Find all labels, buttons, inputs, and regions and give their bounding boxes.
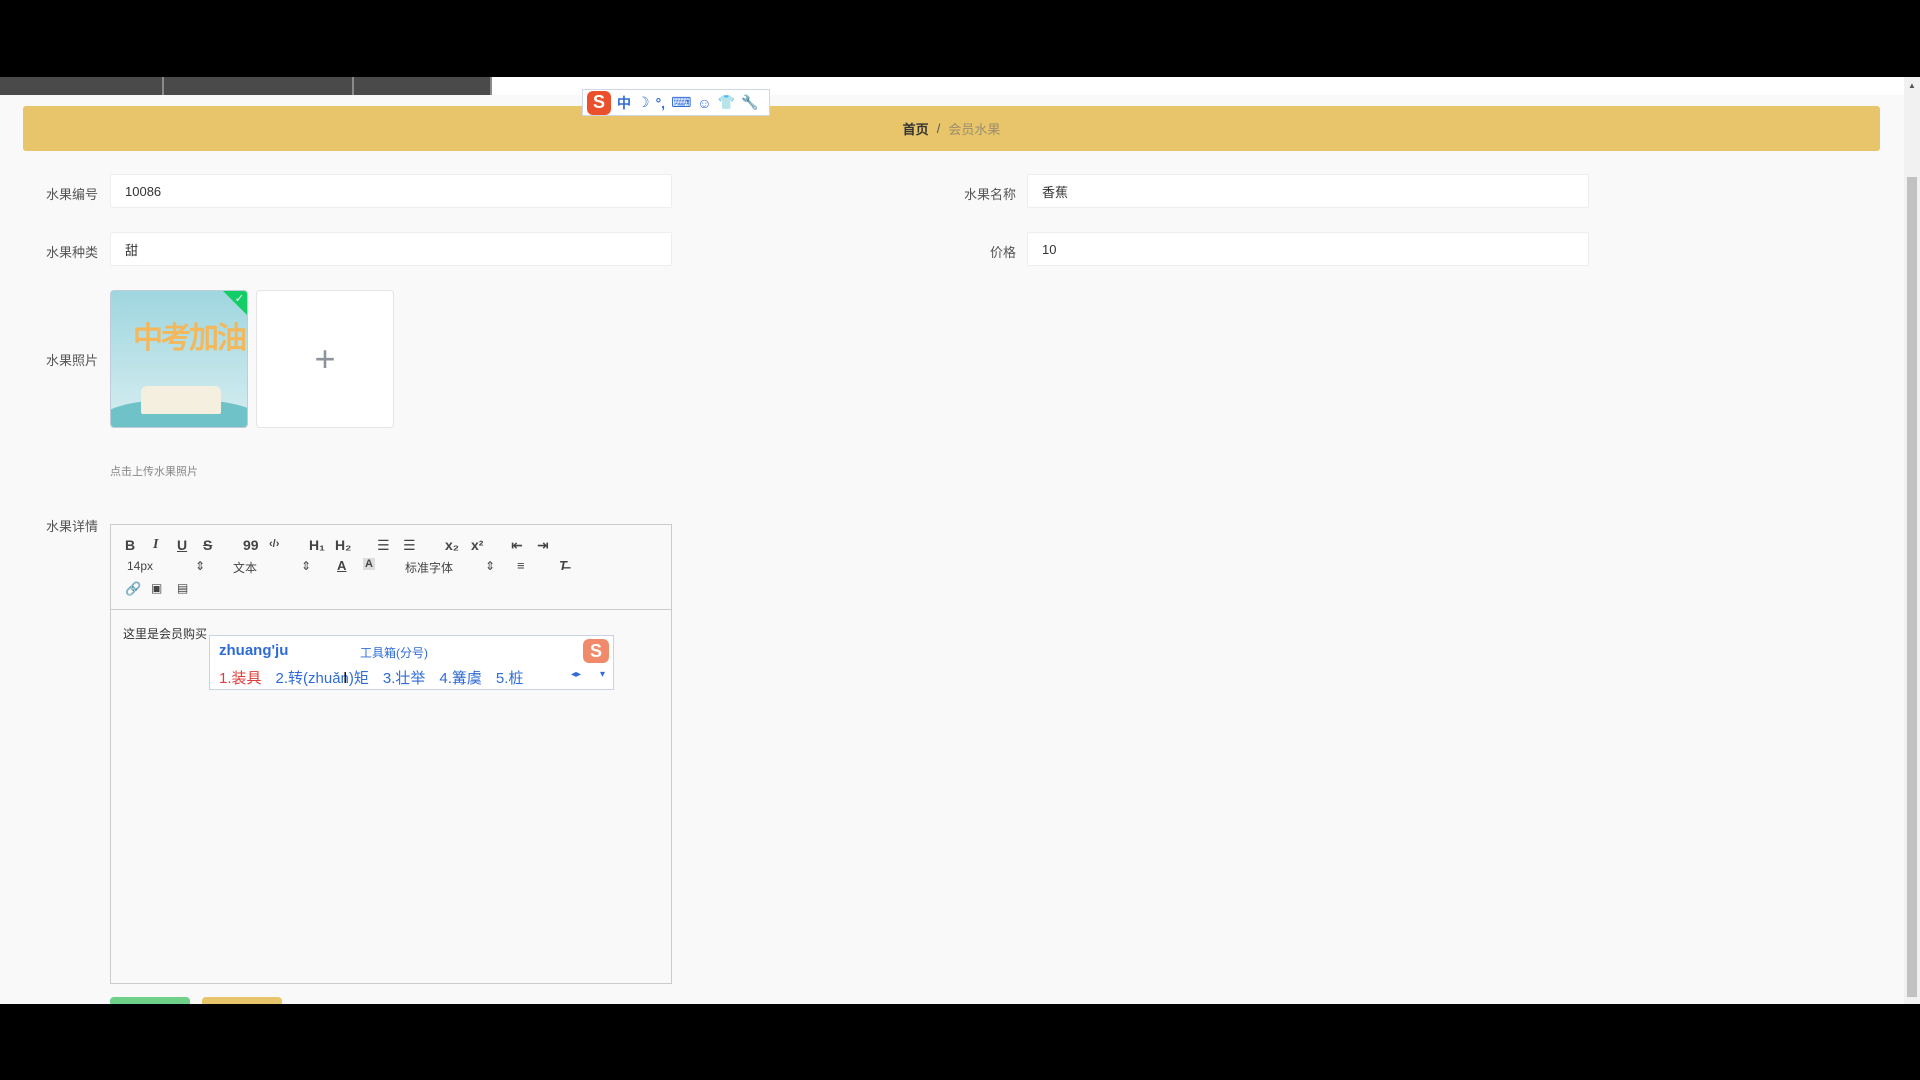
fruit-detail-label: 水果详情 (45, 519, 98, 534)
ime-candidate-2[interactable]: 2.转(zhuǎn)矩 (276, 667, 369, 688)
fruit-name-label: 水果名称 (963, 187, 1016, 202)
indent-button[interactable]: ⇥ (537, 537, 549, 554)
bold-button[interactable]: B (125, 537, 135, 553)
fruit-type-input[interactable]: 甜 (110, 232, 672, 266)
code-block-button[interactable]: ‹/› (269, 538, 279, 550)
tab-1[interactable] (0, 77, 164, 95)
underline-button[interactable]: U (177, 537, 187, 553)
image-icon[interactable]: ▣ (151, 581, 162, 595)
ime-expand-icon[interactable]: ▾ (600, 669, 605, 680)
fruit-name-input[interactable]: 香蕉 (1027, 174, 1589, 208)
ime-toolbar[interactable]: S 中 ☽ °, ⌨ ☺ 👕 🔧 (582, 89, 770, 116)
superscript-button[interactable]: x² (471, 537, 483, 553)
header-select[interactable]: 文本 (233, 559, 257, 576)
outdent-button[interactable]: ⇤ (511, 537, 523, 554)
rich-text-editor[interactable]: B I U S 99 ‹/› H₁ H₂ ☰ ☰ x₂ x² ⇤ ⇥ 14px … (110, 524, 672, 984)
video-icon[interactable]: ▤ (177, 581, 188, 595)
scrollbar-thumb[interactable] (1907, 177, 1917, 997)
book-illustration (141, 386, 221, 414)
ime-candidate-popup[interactable]: zhuang'ju 工具箱(分号) S 1.装具 2.转(zhuǎn)矩 3.壮… (209, 635, 614, 690)
tab-strip (0, 77, 1920, 95)
ime-punctuation-icon[interactable]: °, (656, 95, 666, 111)
strike-button[interactable]: S (203, 537, 212, 553)
fruit-photo-label: 水果照片 (45, 353, 98, 368)
link-icon[interactable]: 🔗 (125, 581, 141, 597)
check-icon: ✓ (234, 293, 244, 305)
ime-candidate-1[interactable]: 1.装具 (219, 667, 262, 688)
size-select-arrow-icon: ⇕ (195, 559, 206, 573)
upload-tip: 点击上传水果照片 (110, 466, 198, 478)
font-family-select[interactable]: 标准字体 (405, 559, 453, 576)
blockquote-button[interactable]: 99 (243, 537, 259, 553)
ime-keyboard-icon[interactable]: ⌨ (671, 94, 691, 111)
align-icon[interactable]: ≡ (517, 558, 525, 573)
editor-content[interactable]: 这里是会员购买 (123, 625, 207, 642)
italic-button[interactable]: I (153, 537, 158, 553)
ime-page-arrows-icon[interactable]: ◂▸ (571, 669, 581, 680)
fruit-type-label: 水果种类 (45, 245, 98, 260)
ime-candidate-4[interactable]: 4.篝虞 (439, 667, 482, 688)
editor-toolbar: B I U S 99 ‹/› H₁ H₂ ☰ ☰ x₂ x² ⇤ ⇥ 14px … (111, 525, 671, 610)
photo-title-art: 中考加油 (133, 322, 247, 355)
h2-button[interactable]: H₂ (335, 537, 351, 553)
fruit-id-label: 水果编号 (45, 187, 98, 202)
text-cursor-icon: I (343, 670, 348, 687)
breadcrumb-separator: / (936, 121, 941, 136)
uploaded-photo-thumbnail[interactable]: 中考加油 ✓ (110, 290, 248, 428)
h1-button[interactable]: H₁ (309, 537, 325, 553)
ime-chinese-mode-icon[interactable]: 中 (617, 93, 631, 113)
bullet-list-button[interactable]: ☰ (403, 537, 416, 554)
clear-format-icon[interactable]: T̶ (559, 558, 567, 573)
upload-photo-button[interactable]: + (256, 290, 394, 428)
ime-candidate-list: 1.装具 2.转(zhuǎn)矩 3.壮举 4.篝虞 5.桩 (219, 667, 523, 688)
font-size-select[interactable]: 14px (127, 559, 153, 573)
tab-3[interactable] (354, 77, 492, 95)
scroll-up-icon[interactable]: ▲ (1908, 81, 1916, 90)
ime-tool-icon[interactable]: 🔧 (741, 94, 758, 111)
ime-user-icon[interactable]: ☺ (697, 95, 711, 111)
fruit-id-input[interactable]: 10086 (110, 174, 672, 208)
ime-toolbox-hint[interactable]: 工具箱(分号) (360, 644, 428, 661)
background-color-icon[interactable]: A (363, 558, 375, 570)
sogou-logo-small-icon: S (583, 639, 609, 663)
tab-2[interactable] (164, 77, 354, 95)
breadcrumb-current: 会员水果 (948, 122, 1001, 137)
ime-moon-icon[interactable]: ☽ (637, 94, 650, 111)
subscript-button[interactable]: x₂ (445, 537, 459, 553)
header-select-arrow-icon: ⇕ (301, 559, 312, 573)
breadcrumb: 首页 / 会员水果 (23, 106, 1880, 151)
page-scrollbar[interactable]: ▲ (1904, 77, 1920, 1004)
ime-pinyin-input: zhuang'ju (219, 642, 289, 659)
font-select-arrow-icon: ⇕ (485, 559, 496, 573)
browser-viewport: 首页 / 会员水果 S 中 ☽ °, ⌨ ☺ 👕 🔧 水果编号 10086 水果… (0, 77, 1920, 1004)
price-label: 价格 (989, 245, 1016, 260)
cancel-button[interactable] (202, 997, 282, 1004)
ordered-list-button[interactable]: ☰ (377, 537, 390, 554)
submit-button[interactable] (110, 997, 190, 1004)
font-color-icon[interactable]: A (337, 558, 346, 573)
sogou-logo-icon[interactable]: S (587, 90, 611, 115)
plus-icon: + (314, 338, 336, 379)
price-input[interactable]: 10 (1027, 232, 1589, 266)
ime-candidate-5[interactable]: 5.桩 (496, 667, 524, 688)
ime-candidate-3[interactable]: 3.壮举 (383, 667, 426, 688)
ime-skin-icon[interactable]: 👕 (718, 94, 735, 111)
breadcrumb-home[interactable]: 首页 (903, 119, 929, 138)
